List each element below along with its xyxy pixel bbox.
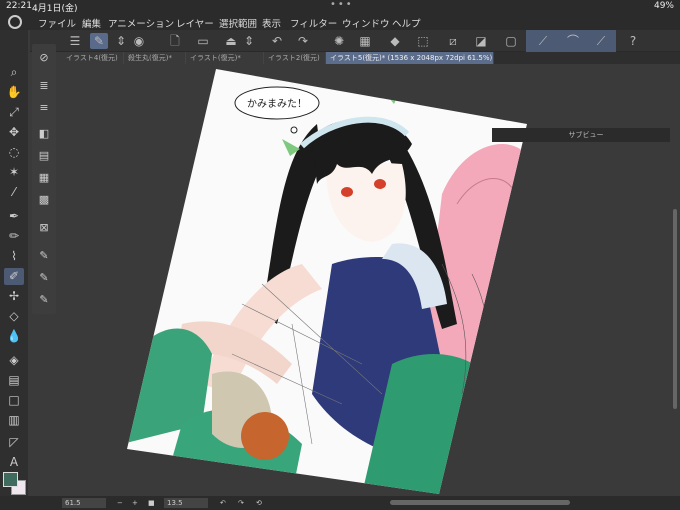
vertical-scrollbar[interactable] bbox=[670, 64, 680, 496]
save-icon[interactable]: ⏏ bbox=[222, 33, 240, 49]
no-entry-icon[interactable]: ⊘ bbox=[35, 50, 53, 66]
vertical-scroll-thumb[interactable] bbox=[673, 209, 677, 409]
menu-selection[interactable]: 選択範囲 bbox=[219, 16, 257, 30]
tool-palette: ⌕ ✋ ⤢ ✥ ◌ ✶ ⁄ ✒ ✏ ⌇ ✐ ✢ ◇ 💧 ◈ ▤ □ ▥ ◸ A bbox=[0, 30, 28, 498]
tab-illust[interactable]: イラスト(復元)* bbox=[186, 52, 264, 64]
decoration-icon[interactable]: ✢ bbox=[4, 288, 24, 305]
clear-icon[interactable]: ✺ bbox=[330, 33, 348, 49]
material-icon[interactable]: ▤ bbox=[35, 148, 53, 164]
tab-illust4[interactable]: イラスト4(復元) bbox=[62, 52, 124, 64]
menu-animation[interactable]: アニメーション bbox=[108, 16, 174, 30]
rotate-field[interactable]: 13.5 bbox=[164, 498, 208, 508]
blend-icon[interactable]: 💧 bbox=[4, 328, 24, 345]
subview-panel-header[interactable]: サブビュー bbox=[492, 128, 680, 142]
brush-icon[interactable]: ⌇ bbox=[4, 248, 24, 265]
speech-bubble-text: かみまみた！ bbox=[247, 98, 307, 110]
eyedropper-icon[interactable]: ⁄ bbox=[4, 184, 24, 201]
multitask-dots-icon[interactable]: ••• bbox=[330, 0, 354, 10]
menu-bar: ファイル 編集 アニメーション レイヤー 選択範囲 表示 フィルター ウィンドウ… bbox=[0, 14, 680, 30]
figure-icon[interactable]: □ bbox=[4, 392, 24, 409]
horizontal-scrollbar[interactable] bbox=[390, 500, 570, 505]
foreground-color-swatch[interactable] bbox=[3, 472, 18, 487]
swap-icon[interactable]: ⇕ bbox=[112, 33, 130, 49]
new-file-icon[interactable]: 🗋 bbox=[166, 33, 184, 49]
text-icon[interactable]: A bbox=[4, 454, 24, 471]
lasso-icon[interactable]: ◌ bbox=[4, 144, 24, 161]
operation-icon[interactable]: ⤢ bbox=[4, 104, 24, 121]
rotate-left-icon[interactable]: ↶ bbox=[220, 498, 226, 508]
menu-view[interactable]: 表示 bbox=[262, 16, 281, 30]
menu-help[interactable]: ヘルプ bbox=[392, 16, 421, 30]
grid-icon[interactable]: ▦ bbox=[35, 170, 53, 186]
quick-access-palette: ⊘ ≣ ≡ ◧ ▤ ▦ ▩ ⊠ ✎ ✎ ✎ bbox=[32, 44, 56, 314]
status-date: 4月1日(金) bbox=[32, 4, 78, 14]
color-set-icon[interactable]: ▩ bbox=[35, 192, 53, 208]
tab-illust5[interactable]: イラスト5(復元)* (1536 x 2048px 72dpi 61.5%) bbox=[326, 52, 494, 64]
pen-icon[interactable]: ✒ bbox=[4, 208, 24, 225]
snap-ruler-icon[interactable]: ⟋ bbox=[534, 33, 552, 49]
menu-file[interactable]: ファイル bbox=[38, 16, 76, 30]
eraser-icon[interactable]: ◇ bbox=[4, 308, 24, 325]
snap-line-icon[interactable]: ⟋ bbox=[592, 33, 610, 49]
document-tabs: イラスト4(復元) 殺生丸(復元)* イラスト(復元)* イラスト2(復元) イ… bbox=[62, 52, 680, 64]
menu-window[interactable]: ウィンドウ bbox=[342, 16, 390, 30]
deselect-icon[interactable]: ⧄ bbox=[444, 33, 462, 49]
move-icon[interactable]: ✥ bbox=[4, 124, 24, 141]
brush-sub2-icon[interactable]: ✎ bbox=[35, 270, 53, 286]
reset-rotation-icon[interactable]: ⟲ bbox=[256, 498, 262, 508]
fill-bucket-icon[interactable]: ◈ bbox=[4, 352, 24, 369]
zoom-in-button[interactable]: + bbox=[132, 498, 138, 508]
layer-select-icon[interactable]: ✎ bbox=[90, 33, 108, 49]
dropdown-icon[interactable]: ⇕ bbox=[240, 33, 258, 49]
open-folder-icon[interactable]: ▭ bbox=[194, 33, 212, 49]
clear-outside-icon[interactable]: ▦ bbox=[356, 33, 374, 49]
transform-icon[interactable]: ⬚ bbox=[414, 33, 432, 49]
fill-icon[interactable]: ◆ bbox=[386, 33, 404, 49]
zoom-field[interactable]: 61.5 bbox=[62, 498, 106, 508]
layer-props-icon[interactable]: ≡ bbox=[35, 100, 53, 116]
pencil-icon[interactable]: ✏ bbox=[4, 228, 24, 245]
eye-icon[interactable]: ◉ bbox=[130, 33, 148, 49]
fit-icon[interactable]: ■ bbox=[148, 498, 155, 508]
redo-icon[interactable]: ↷ bbox=[294, 33, 312, 49]
magic-wand-icon[interactable]: ✶ bbox=[4, 164, 24, 181]
gradient-icon[interactable]: ▤ bbox=[4, 372, 24, 389]
close-box-icon[interactable]: ⊠ bbox=[35, 220, 53, 236]
frame-icon[interactable]: ▥ bbox=[4, 412, 24, 429]
zoom-icon[interactable]: ⌕ bbox=[4, 64, 24, 81]
brush-settings-icon[interactable]: ✎ bbox=[35, 292, 53, 308]
rotate-right-icon[interactable]: ↷ bbox=[238, 498, 244, 508]
ruler-icon[interactable]: ◸ bbox=[4, 434, 24, 451]
hamburger-menu-icon[interactable]: ☰ bbox=[66, 33, 84, 49]
menu-edit[interactable]: 編集 bbox=[82, 16, 101, 30]
snap-curve-icon[interactable]: ⌒ bbox=[564, 33, 582, 49]
select-border-icon[interactable]: ▢ bbox=[502, 33, 520, 49]
zoom-out-button[interactable]: − bbox=[117, 498, 123, 508]
tab-illust2[interactable]: イラスト2(復元) bbox=[264, 52, 326, 64]
navigator-icon[interactable]: ◧ bbox=[35, 126, 53, 142]
invert-select-icon[interactable]: ◪ bbox=[472, 33, 490, 49]
undo-icon[interactable]: ↶ bbox=[268, 33, 286, 49]
airbrush-icon[interactable]: ✐ bbox=[4, 268, 24, 285]
hand-icon[interactable]: ✋ bbox=[4, 84, 24, 101]
menu-layer[interactable]: レイヤー bbox=[176, 16, 214, 30]
status-time: 22:21 bbox=[6, 1, 32, 11]
brush-sub-icon[interactable]: ✎ bbox=[35, 248, 53, 264]
command-bar: ☰ ✎ ⇕ ◉ 🗋 ▭ ⏏ ⇕ ↶ ↷ ✺ ▦ ◆ ⬚ ⧄ ◪ ▢ ⟋ ⌒ ⟋ … bbox=[30, 30, 680, 52]
layer-stack-icon[interactable]: ≣ bbox=[35, 78, 53, 94]
ios-status-bar: 22:21 4月1日(金) ••• 49% bbox=[0, 0, 680, 14]
tab-sesshomaru[interactable]: 殺生丸(復元)* bbox=[124, 52, 186, 64]
help-icon[interactable]: ? bbox=[624, 33, 642, 49]
battery-level: 49% bbox=[653, 1, 674, 11]
menu-filter[interactable]: フィルター bbox=[290, 16, 337, 30]
app-logo-icon[interactable] bbox=[8, 15, 22, 29]
canvas-status-bar: 61.5 − + ■ 13.5 ↶ ↷ ⟲ bbox=[0, 496, 680, 510]
